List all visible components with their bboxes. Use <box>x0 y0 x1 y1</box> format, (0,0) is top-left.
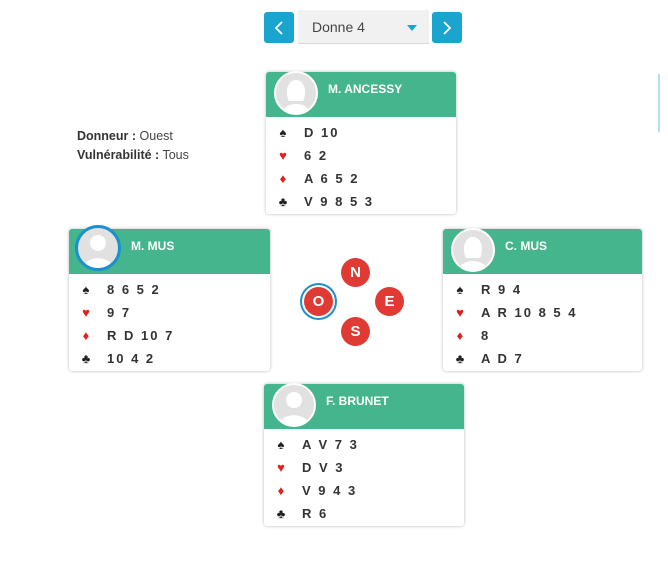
user-avatar-icon <box>274 71 318 115</box>
seat-north: N <box>341 258 370 287</box>
diamond-icon: ♦ <box>277 483 285 498</box>
heart-icon: ♥ <box>279 148 287 163</box>
dealer-line: Donneur : Ouest <box>77 127 189 146</box>
deal-info: Donneur : Ouest Vulnérabilité : Tous <box>77 127 189 165</box>
chevron-down-icon <box>407 25 417 31</box>
vulnerability-value: Tous <box>162 148 189 162</box>
hand-header: F. BRUNET <box>264 383 464 429</box>
chevron-left-icon <box>274 20 283 35</box>
hearts-row: ♥ D V 3 <box>264 456 464 479</box>
clubs-cards: R 6 <box>302 506 329 521</box>
hand-header: M. ANCESSY <box>266 71 456 117</box>
hearts-row: ♥ 9 7 <box>69 301 270 324</box>
clubs-row: ♣ V 9 8 5 3 <box>266 190 456 213</box>
diamonds-cards: R D 10 7 <box>107 328 175 343</box>
chevron-right-icon <box>443 20 452 35</box>
clubs-cards: 10 4 2 <box>107 351 156 366</box>
heart-icon: ♥ <box>82 305 90 320</box>
vulnerability-line: Vulnérabilité : Tous <box>77 146 189 165</box>
hearts-cards: 9 7 <box>107 305 132 320</box>
spade-icon: ♠ <box>82 282 90 297</box>
user-avatar-icon <box>451 228 495 272</box>
hearts-row: ♥ 6 2 <box>266 144 456 167</box>
clubs-cards: V 9 8 5 3 <box>304 194 375 209</box>
diamonds-row: ♦ 8 <box>443 324 642 347</box>
hand-header: C. MUS <box>443 228 642 274</box>
clubs-row: ♣ A D 7 <box>443 347 642 370</box>
user-avatar-icon <box>272 383 316 427</box>
spades-cards: 8 6 5 2 <box>107 282 161 297</box>
spades-row: ♠ A V 7 3 <box>264 433 464 456</box>
hand-north: M. ANCESSY ♠ D 10 ♥ 6 2 ♦ A 6 5 2 ♣ V 9 8 5 … <box>266 71 456 214</box>
diamonds-cards: V 9 4 3 <box>302 483 358 498</box>
seat-east: E <box>375 287 404 316</box>
hand-header: M. MUS <box>69 225 270 274</box>
dealer-value: Ouest <box>139 129 173 143</box>
previous-deal-button[interactable] <box>264 12 294 43</box>
hand-east: C. MUS ♠ R 9 4 ♥ A R 10 8 5 4 ♦ 8 ♣ A D 7 <box>443 228 642 371</box>
club-icon: ♣ <box>278 194 288 209</box>
diamonds-row: ♦ R D 10 7 <box>69 324 270 347</box>
hearts-row: ♥ A R 10 8 5 4 <box>443 301 642 324</box>
heart-icon: ♥ <box>277 460 285 475</box>
diamonds-cards: A 6 5 2 <box>304 171 360 186</box>
clubs-row: ♣ R 6 <box>264 502 464 525</box>
spades-cards: D 10 <box>304 125 340 140</box>
player-name: M. MUS <box>131 239 175 253</box>
diamonds-row: ♦ A 6 5 2 <box>266 167 456 190</box>
dealer-label: Donneur : <box>77 129 137 143</box>
user-avatar-icon <box>75 225 121 271</box>
spade-icon: ♠ <box>456 282 464 297</box>
diamond-icon: ♦ <box>82 328 90 343</box>
player-name: C. MUS <box>505 239 547 253</box>
clubs-cards: A D 7 <box>481 351 524 366</box>
diamond-icon: ♦ <box>279 171 287 186</box>
hand-west: M. MUS ♠ 8 6 5 2 ♥ 9 7 ♦ R D 10 7 ♣ 10 4 2 <box>69 225 270 371</box>
spades-cards: R 9 4 <box>481 282 523 297</box>
club-icon: ♣ <box>455 351 465 366</box>
seat-south: S <box>341 317 370 346</box>
diamond-icon: ♦ <box>456 328 464 343</box>
deal-select-value: Donne 4 <box>312 18 365 35</box>
diamonds-cards: 8 <box>481 328 491 343</box>
spade-icon: ♠ <box>279 125 287 140</box>
diamonds-row: ♦ V 9 4 3 <box>264 479 464 502</box>
deal-select[interactable]: Donne 4 <box>298 10 429 44</box>
heart-icon: ♥ <box>456 305 464 320</box>
spades-cards: A V 7 3 <box>302 437 359 452</box>
hand-south: F. BRUNET ♠ A V 7 3 ♥ D V 3 ♦ V 9 4 3 ♣ R 6 <box>264 383 464 526</box>
hearts-cards: A R 10 8 5 4 <box>481 305 578 320</box>
spades-row: ♠ R 9 4 <box>443 278 642 301</box>
clubs-row: ♣ 10 4 2 <box>69 347 270 370</box>
hearts-cards: D V 3 <box>302 460 345 475</box>
vulnerability-label: Vulnérabilité : <box>77 148 160 162</box>
club-icon: ♣ <box>81 351 91 366</box>
club-icon: ♣ <box>276 506 286 521</box>
spades-row: ♠ 8 6 5 2 <box>69 278 270 301</box>
hearts-cards: 6 2 <box>304 148 329 163</box>
player-name: F. BRUNET <box>326 394 389 408</box>
next-deal-button[interactable] <box>432 12 462 43</box>
seat-west-dealer: O <box>304 287 333 316</box>
spade-icon: ♠ <box>277 437 285 452</box>
spades-row: ♠ D 10 <box>266 121 456 144</box>
player-name: M. ANCESSY <box>328 82 403 96</box>
edge-divider <box>658 74 660 132</box>
